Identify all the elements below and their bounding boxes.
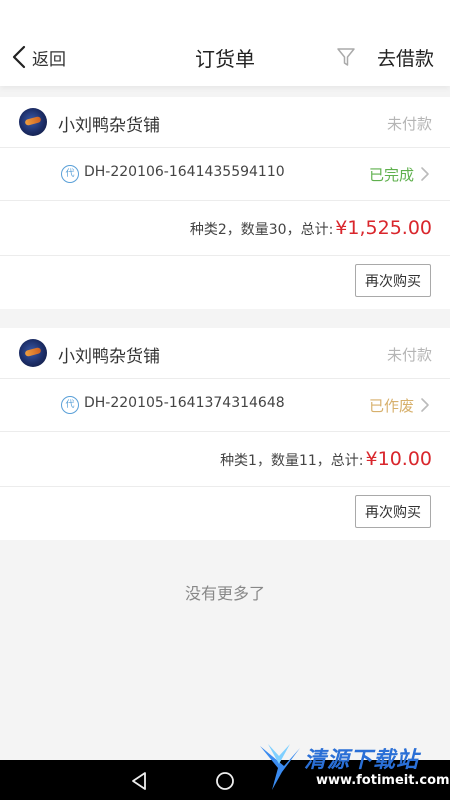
shop-row: 小刘鸭杂货铺 未付款 [0, 328, 450, 379]
app-header: 返回 订货单 去借款 [0, 0, 450, 86]
back-label: 返回 [32, 49, 66, 70]
order-number: DH-220106-1641435594110 [84, 164, 285, 180]
order-status: 已完成 [368, 166, 414, 184]
payment-status: 未付款 [386, 346, 432, 364]
shop-name: 小刘鸭杂货铺 [58, 116, 160, 136]
order-summary-row: 种类2，数量30，总计: ¥1,525.00 [0, 201, 450, 256]
watermark-logo: 清源下载站 www.fotimeit.com [254, 738, 450, 798]
shop-avatar [19, 339, 47, 367]
order-total: ¥10.00 [365, 448, 432, 470]
buy-again-button[interactable]: 再次购买 [355, 495, 431, 528]
go-borrow-button[interactable]: 去借款 [377, 44, 434, 71]
order-detail-row[interactable]: 代 DH-220105-1641374314648 已作废 [0, 379, 450, 432]
filter-icon[interactable] [336, 46, 356, 68]
back-triangle-icon[interactable] [128, 770, 150, 792]
order-summary-row: 种类1，数量11，总计: ¥10.00 [0, 432, 450, 487]
proxy-order-badge: 代 [61, 165, 79, 183]
no-more-text: 没有更多了 [184, 584, 265, 603]
chevron-right-icon [421, 167, 429, 181]
buy-again-button[interactable]: 再次购买 [355, 264, 431, 297]
shop-avatar [19, 108, 47, 136]
order-status: 已作废 [368, 397, 414, 415]
chevron-right-icon [421, 398, 429, 412]
order-summary: 种类1，数量11，总计: [220, 453, 364, 469]
order-summary: 种类2，数量30，总计: [189, 222, 334, 238]
watermark-url: www.fotimeit.com [316, 773, 450, 788]
back-button[interactable]: 返回 [12, 42, 66, 72]
shop-row: 小刘鸭杂货铺 未付款 [0, 97, 450, 148]
shop-name: 小刘鸭杂货铺 [58, 347, 160, 367]
bird-logo-icon [260, 744, 300, 790]
watermark-brand: 清源下载站 [304, 748, 420, 773]
proxy-order-badge: 代 [61, 396, 79, 414]
order-card: 小刘鸭杂货铺 未付款 代 DH-220105-1641374314648 已作废… [0, 328, 450, 540]
order-total: ¥1,525.00 [335, 217, 432, 239]
home-circle-icon[interactable] [214, 770, 236, 792]
order-actions: 再次购买 [0, 487, 450, 540]
payment-status: 未付款 [386, 115, 432, 133]
order-actions: 再次购买 [0, 256, 450, 309]
order-number: DH-220105-1641374314648 [84, 395, 285, 411]
chevron-left-icon [12, 45, 26, 69]
order-detail-row[interactable]: 代 DH-220106-1641435594110 已完成 [0, 148, 450, 201]
order-card: 小刘鸭杂货铺 未付款 代 DH-220106-1641435594110 已完成… [0, 97, 450, 309]
